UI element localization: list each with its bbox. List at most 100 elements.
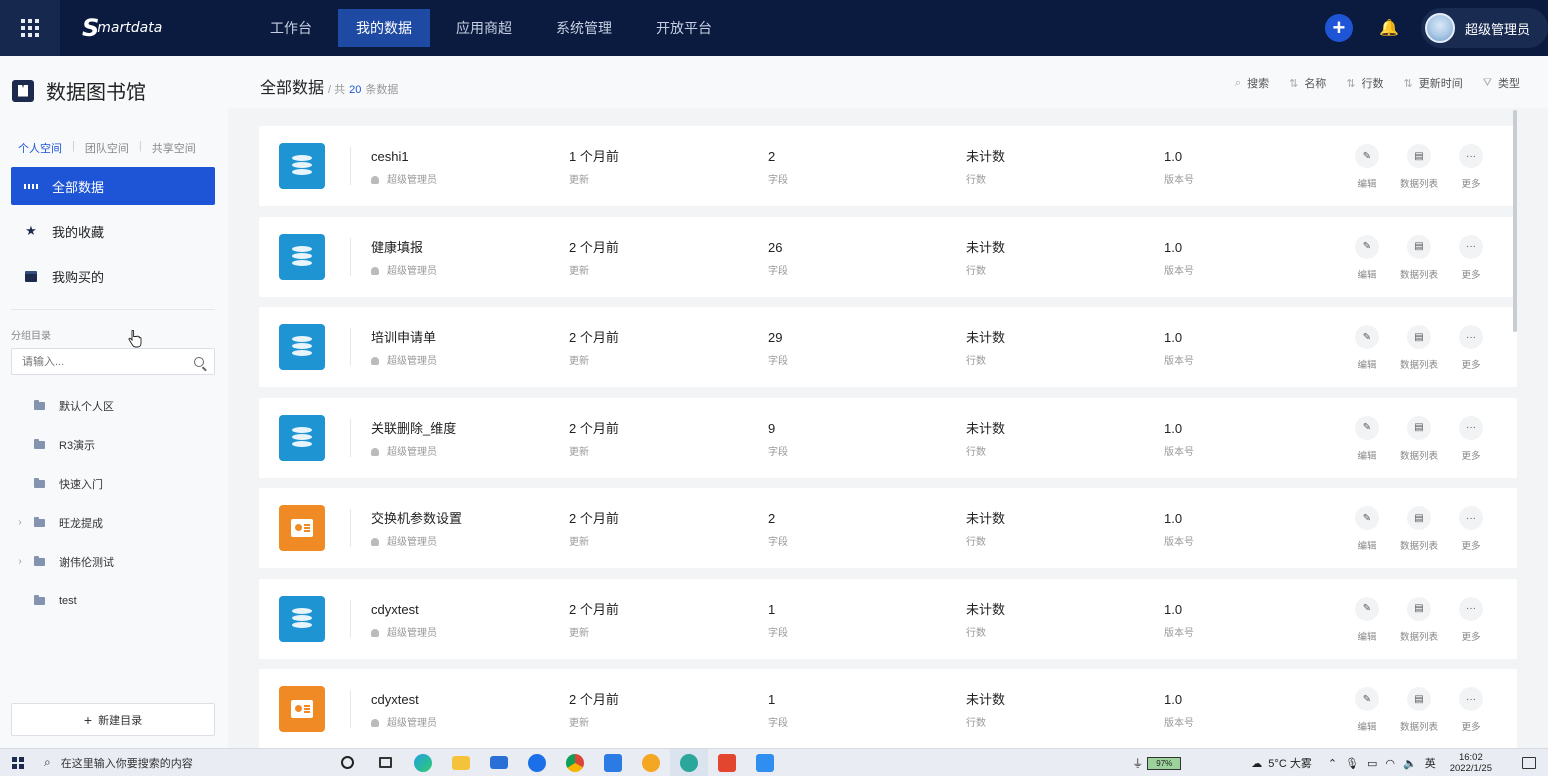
data-list-button[interactable]: ▤ 数据列表 — [1393, 506, 1445, 552]
speaker-icon[interactable]: 🔈 — [1403, 757, 1417, 770]
app-grid-button[interactable] — [0, 0, 60, 56]
menu-favorites[interactable]: ★ 我的收藏 — [11, 212, 215, 250]
wecom-icon[interactable] — [594, 749, 632, 776]
data-card[interactable]: 关联删除_维度 超级管理员 2 个月前 更新 9 字段 未计数 行数 1.0 版本号 ✎ 编辑 ▤ 数据列… — [259, 397, 1517, 478]
edit-button[interactable]: ✎ 编辑 — [1341, 144, 1393, 190]
more-button[interactable]: ··· 更多 — [1445, 687, 1497, 733]
fields-label: 字段 — [768, 537, 788, 548]
sort-name-button[interactable]: ⇅ 名称 — [1289, 75, 1326, 91]
more-button[interactable]: ··· 更多 — [1445, 234, 1497, 281]
cortana-icon[interactable] — [328, 749, 366, 776]
ime-indicator[interactable]: 英 — [1425, 755, 1436, 771]
add-button[interactable]: + — [1324, 14, 1353, 42]
dataset-name[interactable]: cdyxtest — [371, 601, 437, 619]
app-blue-icon[interactable] — [746, 749, 784, 776]
data-card[interactable]: cdyxtest 超级管理员 2 个月前 更新 1 字段 未计数 行数 1.0 版本号 ✎ 编辑 ▤ 数据… — [259, 578, 1517, 659]
space-tab-0[interactable]: 个人空间 — [18, 140, 62, 156]
folder-item[interactable]: test — [14, 581, 214, 620]
data-list-button[interactable]: ▤ 数据列表 — [1393, 234, 1445, 281]
data-card[interactable]: 培训申请单 超级管理员 2 个月前 更新 29 字段 未计数 行数 1.0 版本号 ✎ 编辑 ▤ 数据列表… — [259, 307, 1517, 387]
folder-item[interactable]: R3演示 — [14, 425, 214, 464]
search-icon[interactable] — [194, 356, 204, 367]
wps-icon[interactable] — [708, 749, 746, 776]
more-button[interactable]: ··· 更多 — [1445, 596, 1497, 643]
nav-item-4[interactable]: 开放平台 — [638, 9, 730, 47]
dataset-name[interactable]: ceshi1 — [371, 148, 437, 166]
data-card[interactable]: 健康填报 超级管理员 2 个月前 更新 26 字段 未计数 行数 1.0 版本号 ✎ 编辑 ▤ 数据列表 ·… — [259, 216, 1517, 297]
app-orange-icon[interactable] — [632, 749, 670, 776]
dataset-name[interactable]: 培训申请单 — [371, 329, 437, 347]
folder-item[interactable]: 快速入门 — [14, 464, 214, 503]
user-menu[interactable]: 超级管理员 — [1420, 8, 1548, 48]
mail-icon[interactable] — [480, 749, 518, 776]
edge-icon[interactable] — [404, 749, 442, 776]
filter-type-button[interactable]: ⛛ 类型 — [1483, 75, 1520, 91]
space-tab-2[interactable]: 共享空间 — [152, 140, 196, 156]
clock[interactable]: 16:02 2022/1/25 — [1450, 752, 1492, 774]
edge-dev-icon[interactable] — [670, 748, 708, 776]
mysql-icon — [279, 595, 325, 642]
sort-rows-button[interactable]: ⇅ 行数 — [1346, 75, 1383, 91]
windows-taskbar: ⌕ 在这里输入你要搜索的内容 ⏚ 97% ☁ 5°C 大雾 ⌃ 🎙 ▭ ◠ 🔈 … — [0, 748, 1548, 776]
chrome-icon[interactable] — [556, 749, 594, 776]
more-button[interactable]: ··· 更多 — [1445, 325, 1497, 371]
folder-item[interactable]: › 谢伟伦测试 — [14, 542, 214, 581]
dataset-name[interactable]: 健康填报 — [371, 239, 437, 257]
nav-item-2[interactable]: 应用商超 — [438, 9, 530, 47]
edit-button[interactable]: ✎ 编辑 — [1341, 687, 1393, 733]
chevron-right-icon[interactable]: › — [14, 517, 26, 528]
sort-updated-button[interactable]: ⇅ 更新时间 — [1404, 75, 1463, 91]
folder-item[interactable]: 默认个人区 — [14, 386, 214, 425]
nav-item-0[interactable]: 工作台 — [252, 9, 330, 47]
dataset-name[interactable]: 交换机参数设置 — [371, 510, 462, 528]
data-card[interactable]: 交换机参数设置 超级管理员 2 个月前 更新 2 字段 未计数 行数 1.0 版本号 ✎ 编辑 ▤ 数据列… — [259, 488, 1517, 568]
group-search-box[interactable] — [11, 348, 215, 375]
nav-item-1[interactable]: 我的数据 — [338, 9, 430, 47]
network-icon[interactable]: ▭ — [1367, 757, 1377, 770]
new-directory-button[interactable]: + 新建目录 — [11, 703, 215, 736]
data-card[interactable]: cdyxtest 超级管理员 2 个月前 更新 1 字段 未计数 行数 1.0 版本号 ✎ 编辑 ▤ 数据… — [259, 669, 1517, 749]
data-list-button[interactable]: ▤ 数据列表 — [1393, 415, 1445, 462]
file-explorer-icon[interactable] — [442, 749, 480, 776]
wifi-icon[interactable]: ◠ — [1385, 757, 1395, 770]
data-list: ceshi1 超级管理员 1 个月前 更新 2 字段 未计数 行数 1.0 版本号 ✎ 编辑 ▤ 数据列表… — [259, 126, 1517, 760]
app-l-icon[interactable] — [518, 749, 556, 776]
windows-start-icon[interactable] — [12, 756, 24, 769]
taskbar-search[interactable]: ⌕ 在这里输入你要搜索的内容 — [44, 749, 314, 776]
rows-label: 行数 — [966, 265, 986, 277]
more-button[interactable]: ··· 更多 — [1445, 415, 1497, 462]
space-tab-1[interactable]: 团队空间 — [85, 140, 129, 156]
smartdata-logo[interactable]: Smartdata — [82, 13, 172, 43]
search-button[interactable]: ⌕ 搜索 — [1235, 75, 1269, 91]
dataset-name[interactable]: cdyxtest — [371, 691, 437, 709]
more-button[interactable]: ··· 更多 — [1445, 506, 1497, 552]
weather[interactable]: 5°C 大雾 — [1268, 755, 1312, 771]
edit-button[interactable]: ✎ 编辑 — [1341, 596, 1393, 643]
notification-icon[interactable] — [1522, 757, 1536, 769]
dataset-name[interactable]: 关联删除_维度 — [371, 420, 456, 438]
menu-all-data[interactable]: 全部数据 — [11, 167, 215, 205]
battery-indicator[interactable]: ⏚ 97% — [1132, 755, 1182, 771]
data-list-button[interactable]: ▤ 数据列表 — [1393, 325, 1445, 371]
edit-button[interactable]: ✎ 编辑 — [1341, 325, 1393, 371]
more-button[interactable]: ··· 更多 — [1445, 144, 1497, 190]
folder-item[interactable]: › 旺龙提成 — [14, 503, 214, 542]
menu-purchased[interactable]: 我购买的 — [11, 257, 215, 295]
group-search-input[interactable] — [22, 355, 172, 368]
mic-icon[interactable]: 🎙 — [1345, 757, 1359, 770]
data-card[interactable]: ceshi1 超级管理员 1 个月前 更新 2 字段 未计数 行数 1.0 版本号 ✎ 编辑 ▤ 数据列表… — [259, 126, 1517, 206]
edit-button[interactable]: ✎ 编辑 — [1341, 234, 1393, 281]
task-view-icon[interactable] — [366, 749, 404, 776]
chevron-up-icon[interactable]: ⌃ — [1328, 757, 1337, 770]
edit-icon: ✎ — [1355, 415, 1379, 440]
bell-icon[interactable]: 🔔 — [1379, 18, 1399, 38]
chevron-right-icon[interactable]: › — [14, 556, 26, 567]
scrollbar[interactable] — [1513, 110, 1517, 332]
data-list-button[interactable]: ▤ 数据列表 — [1393, 596, 1445, 643]
data-list-button[interactable]: ▤ 数据列表 — [1393, 687, 1445, 733]
nav-item-3[interactable]: 系统管理 — [538, 9, 630, 47]
cell-version: 1.0 版本号 — [1164, 510, 1194, 549]
edit-button[interactable]: ✎ 编辑 — [1341, 506, 1393, 552]
data-list-button[interactable]: ▤ 数据列表 — [1393, 144, 1445, 190]
edit-button[interactable]: ✎ 编辑 — [1341, 415, 1393, 462]
